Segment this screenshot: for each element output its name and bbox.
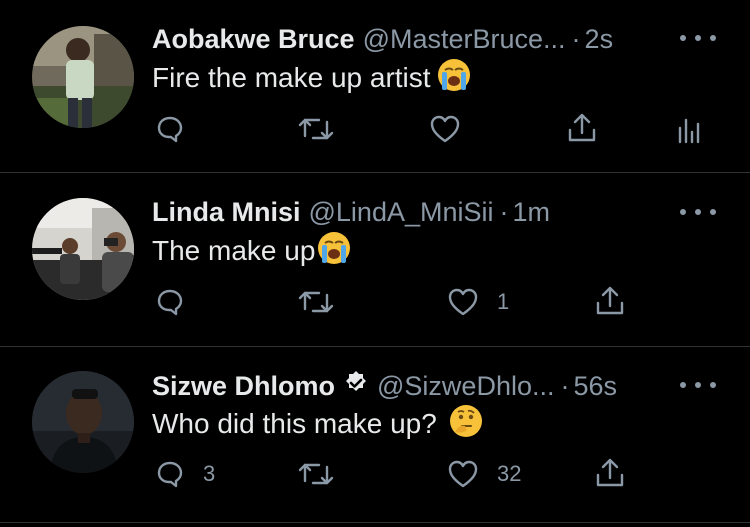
reply-button[interactable] xyxy=(155,287,195,317)
divider xyxy=(0,522,750,523)
share-button[interactable] xyxy=(594,457,626,489)
like-button[interactable]: 32 xyxy=(447,459,521,489)
tweet-header: Linda Mnisi @LindA_MniSii · 1m xyxy=(152,195,550,229)
retweet-icon xyxy=(298,114,334,144)
tweet-text: Fire the make up artist xyxy=(152,62,431,93)
share-button[interactable] xyxy=(594,285,626,317)
avatar[interactable] xyxy=(32,198,134,300)
analytics-icon xyxy=(676,114,700,144)
more-options-icon[interactable] xyxy=(680,200,716,224)
share-icon xyxy=(594,457,626,489)
share-button[interactable] xyxy=(566,112,598,144)
author-handle[interactable]: @SizweDhlo... xyxy=(377,371,554,402)
separator: · xyxy=(560,370,570,401)
timestamp[interactable]: 1m xyxy=(513,197,551,228)
share-icon xyxy=(594,285,626,317)
reply-icon xyxy=(155,114,185,144)
author-name[interactable]: Aobakwe Bruce xyxy=(152,24,355,55)
like-count: 32 xyxy=(497,461,522,486)
tweet-2[interactable]: Linda Mnisi @LindA_MniSii · 1m The make … xyxy=(0,173,750,346)
like-button[interactable] xyxy=(429,114,471,144)
reply-icon xyxy=(155,459,185,489)
heart-icon xyxy=(429,114,461,144)
heart-icon xyxy=(447,287,479,317)
loudly-crying-face-icon xyxy=(317,231,351,272)
avatar[interactable] xyxy=(32,26,134,128)
reply-icon xyxy=(155,287,185,317)
retweet-icon xyxy=(298,287,334,317)
author-handle[interactable]: @LindA_MniSii xyxy=(309,197,494,228)
heart-icon xyxy=(447,459,479,489)
retweet-button[interactable] xyxy=(298,114,344,144)
more-options-icon[interactable] xyxy=(680,373,716,397)
author-name[interactable]: Linda Mnisi xyxy=(152,197,301,228)
tweet-1[interactable]: Aobakwe Bruce @MasterBruce... · 2s Fire … xyxy=(0,0,750,172)
author-handle[interactable]: @MasterBruce... xyxy=(363,24,566,55)
timestamp[interactable]: 2s xyxy=(585,24,614,55)
share-icon xyxy=(566,112,598,144)
tweet-text-row: The make up xyxy=(152,231,351,272)
tweet-header: Sizwe Dhlomo @SizweDhlo... · 56s xyxy=(152,369,617,403)
tweet-text-row: Who did this make up? xyxy=(152,404,483,445)
tweet-text: The make up xyxy=(152,235,316,266)
like-count: 1 xyxy=(497,289,510,314)
separator: · xyxy=(571,23,581,54)
tweet-3[interactable]: Sizwe Dhlomo @SizweDhlo... · 56s Who did… xyxy=(0,347,750,527)
retweet-icon xyxy=(298,459,334,489)
tweet-text-row: Fire the make up artist xyxy=(152,58,471,99)
tweet-text: Who did this make up? xyxy=(152,408,437,439)
like-button[interactable]: 1 xyxy=(447,287,509,317)
thinking-face-icon xyxy=(449,404,483,445)
retweet-button[interactable] xyxy=(298,287,344,317)
author-name[interactable]: Sizwe Dhlomo xyxy=(152,371,335,402)
avatar[interactable] xyxy=(32,371,134,473)
timestamp[interactable]: 56s xyxy=(573,371,617,402)
analytics-button[interactable] xyxy=(676,114,700,144)
retweet-button[interactable] xyxy=(298,459,344,489)
separator: · xyxy=(499,196,509,227)
tweet-header: Aobakwe Bruce @MasterBruce... · 2s xyxy=(152,22,613,56)
reply-button[interactable] xyxy=(155,114,195,144)
reply-button[interactable]: 3 xyxy=(155,459,215,489)
reply-count: 3 xyxy=(203,461,216,486)
loudly-crying-face-icon xyxy=(437,58,471,99)
more-options-icon[interactable] xyxy=(680,26,716,50)
verified-badge-icon xyxy=(343,370,369,403)
